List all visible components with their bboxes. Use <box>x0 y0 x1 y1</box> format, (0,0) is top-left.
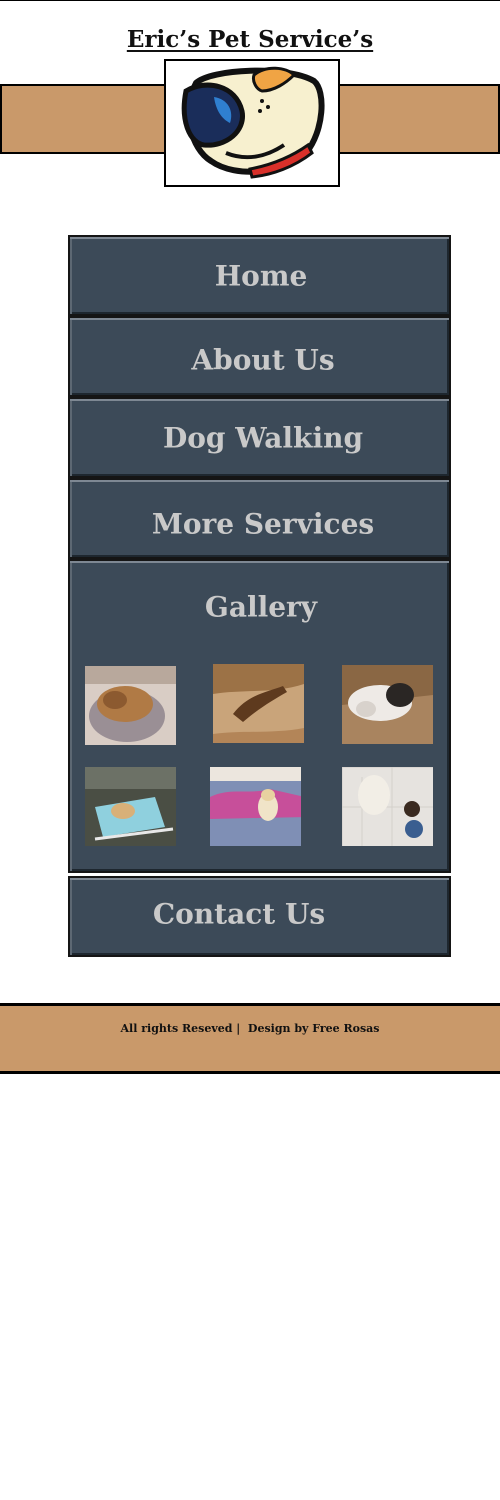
nav-more-services-label: More Services <box>151 507 375 541</box>
dog-on-patio-chair-photo <box>85 767 176 846</box>
dog-on-bed-photo <box>210 767 301 846</box>
nav-about-us-label: About Us <box>191 343 335 377</box>
nav-gallery-label: Gallery <box>204 590 318 624</box>
gallery-image-1[interactable] <box>85 666 176 745</box>
nav-home-label: Home <box>214 259 308 292</box>
dog-curled-on-blanket-photo <box>85 666 176 745</box>
site-logo[interactable] <box>164 59 340 187</box>
nav-gallery[interactable]: Gallery <box>68 559 451 873</box>
nav-home[interactable]: Home <box>68 235 451 316</box>
site-title[interactable]: Eric’s Pet Service’s <box>0 26 500 53</box>
dog-with-food-bowls-photo <box>342 767 433 846</box>
gallery-image-2[interactable] <box>213 664 304 743</box>
gallery-image-5[interactable] <box>210 767 301 846</box>
nav-about-us[interactable]: About Us <box>68 316 451 397</box>
gallery-image-6[interactable] <box>342 767 433 846</box>
nav-contact-us-label: Contact Us <box>152 897 326 931</box>
nav-more-services[interactable]: More Services <box>68 478 451 559</box>
bulldog-lying-photo <box>342 665 433 744</box>
dog-head-logo-icon <box>181 66 325 179</box>
nav-contact-us[interactable]: Contact Us <box>68 876 451 957</box>
top-border <box>0 0 500 1</box>
nav-dog-walking-label: Dog Walking <box>162 421 364 454</box>
dog-on-leather-couch-photo <box>213 664 304 743</box>
site-footer: All rights Reseved | Design by Free Rosa… <box>0 1003 500 1074</box>
gallery-image-4[interactable] <box>85 767 176 846</box>
gallery-image-3[interactable] <box>342 665 433 744</box>
footer-copyright: All rights Reseved | Design by Free Rosa… <box>120 1022 380 1035</box>
nav-dog-walking[interactable]: Dog Walking <box>68 397 451 478</box>
